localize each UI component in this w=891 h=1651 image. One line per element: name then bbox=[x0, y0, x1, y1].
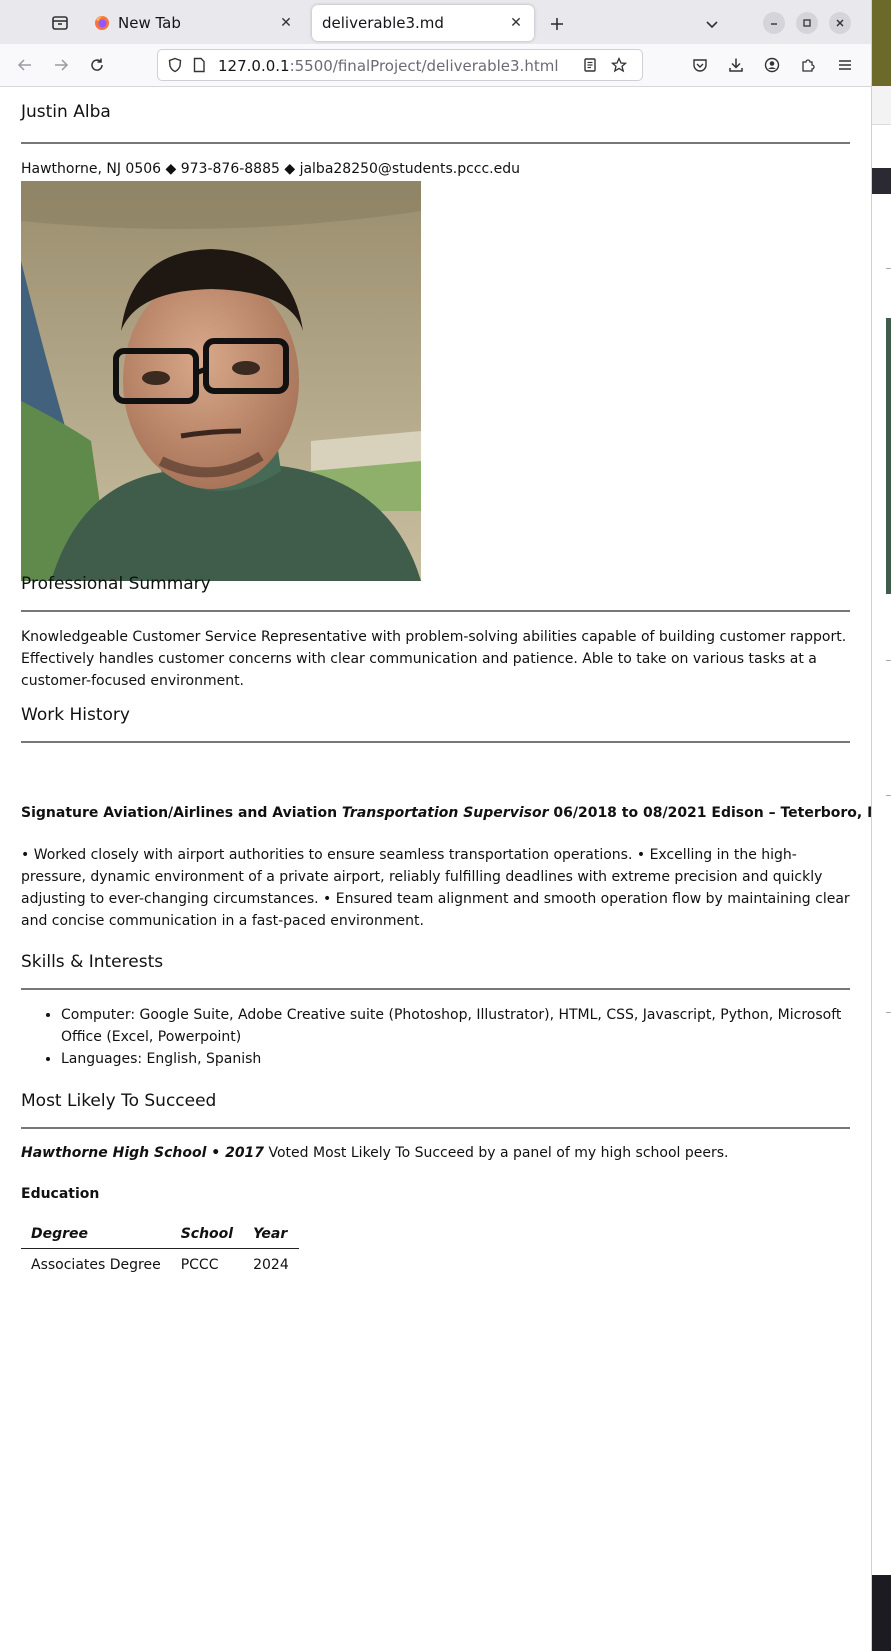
firefox-icon bbox=[95, 16, 109, 30]
url-host: 127.0.0.1 bbox=[218, 57, 290, 75]
plus-icon bbox=[551, 18, 563, 30]
menu-button[interactable] bbox=[833, 53, 857, 77]
divider bbox=[21, 741, 850, 743]
section-title-summary: Professional Summary bbox=[21, 574, 211, 594]
forward-button[interactable] bbox=[49, 53, 73, 77]
firefox-view-icon bbox=[52, 16, 68, 30]
list-item: Computer: Google Suite, Adobe Creative s… bbox=[61, 1004, 850, 1048]
tab-deliverable3[interactable]: deliverable3.md ✕ bbox=[312, 5, 534, 41]
tab-new-tab[interactable]: New Tab ✕ bbox=[84, 5, 304, 41]
divider bbox=[21, 988, 850, 990]
reload-icon bbox=[91, 58, 103, 71]
shield-icon[interactable] bbox=[167, 57, 183, 73]
column-header: School bbox=[170, 1220, 244, 1249]
job-role: Transportation Supervisor bbox=[341, 805, 549, 821]
divider bbox=[21, 1127, 850, 1129]
education-title: Education bbox=[21, 1186, 100, 1202]
back-button[interactable] bbox=[13, 53, 37, 77]
resume-name: Justin Alba bbox=[21, 102, 111, 122]
section-title-work: Work History bbox=[21, 705, 130, 725]
section-title-skills: Skills & Interests bbox=[21, 952, 164, 972]
background-window-image bbox=[886, 318, 891, 594]
hamburger-menu-icon bbox=[839, 60, 851, 70]
pocket-icon bbox=[693, 59, 707, 72]
background-window-divider bbox=[886, 795, 891, 796]
download-icon bbox=[729, 58, 743, 72]
list-item: Languages: English, Spanish bbox=[61, 1048, 850, 1070]
close-icon[interactable]: ✕ bbox=[278, 15, 294, 31]
close-icon[interactable]: ✕ bbox=[508, 15, 524, 31]
table-cell: 2024 bbox=[253, 1257, 289, 1273]
new-tab-button[interactable] bbox=[545, 12, 569, 36]
close-window-icon bbox=[836, 19, 844, 27]
award-source: Hawthorne High School • 2017 bbox=[21, 1145, 265, 1161]
address-bar[interactable]: 127.0.0.1:5500/finalProject/deliverable3… bbox=[157, 49, 643, 81]
contact-line: Hawthorne, NJ 0506 ◆ 973-876-8885 ◆ jalb… bbox=[21, 161, 520, 177]
background-window-divider bbox=[886, 268, 891, 269]
browser-window: New Tab ✕ deliverable3.md ✕ 127.0.0.1:55… bbox=[0, 0, 872, 1651]
minimize-icon bbox=[771, 23, 777, 25]
reload-button[interactable] bbox=[85, 53, 109, 77]
table-row: Associates Degree PCCC 2024 bbox=[21, 1249, 299, 1280]
forward-arrow-icon bbox=[55, 59, 69, 71]
job-company: Signature Aviation/Airlines and Aviation bbox=[21, 805, 338, 821]
navigation-toolbar: 127.0.0.1:5500/finalProject/deliverable3… bbox=[0, 44, 871, 87]
firefox-view-button[interactable] bbox=[44, 10, 76, 36]
table-cell: Associates Degree bbox=[31, 1257, 161, 1273]
reader-view-icon[interactable] bbox=[582, 57, 598, 73]
page-content: Justin Alba Hawthorne, NJ 0506 ◆ 973-876… bbox=[0, 87, 871, 1651]
table-cell: PCCC bbox=[180, 1257, 219, 1273]
background-window-divider bbox=[886, 1012, 891, 1013]
account-button[interactable] bbox=[760, 53, 784, 77]
chevron-down-icon bbox=[706, 21, 718, 29]
tab-strip: New Tab ✕ deliverable3.md ✕ bbox=[0, 0, 871, 44]
summary-text: Knowledgeable Customer Service Represent… bbox=[21, 629, 847, 689]
url-path: :5500/finalProject/deliverable3.html bbox=[289, 57, 559, 75]
tab-title: New Tab bbox=[118, 14, 181, 32]
divider bbox=[21, 142, 850, 144]
minimize-button[interactable] bbox=[763, 12, 785, 34]
downloads-button[interactable] bbox=[724, 53, 748, 77]
section-title-award: Most Likely To Succeed bbox=[21, 1091, 217, 1111]
job-description: • Worked closely with airport authoritie… bbox=[21, 847, 850, 929]
close-window-button[interactable] bbox=[829, 12, 851, 34]
puzzle-icon bbox=[802, 59, 815, 72]
account-icon bbox=[764, 57, 780, 73]
profile-photo bbox=[21, 181, 421, 581]
back-arrow-icon bbox=[17, 59, 31, 71]
column-header: Degree bbox=[21, 1220, 171, 1249]
profile-photo-image bbox=[21, 181, 421, 581]
maximize-icon bbox=[803, 19, 811, 27]
url-text[interactable]: 127.0.0.1:5500/finalProject/deliverable3… bbox=[218, 57, 559, 75]
table-header-row: Degree School Year bbox=[21, 1220, 299, 1249]
column-header: Year bbox=[243, 1220, 299, 1249]
job-dates-location: 06/2018 to 08/2021 Edison – Teterboro, N… bbox=[553, 805, 872, 821]
divider bbox=[21, 610, 850, 612]
tab-title: deliverable3.md bbox=[322, 14, 444, 32]
skills-list: Computer: Google Suite, Adobe Creative s… bbox=[21, 1004, 850, 1070]
extensions-button[interactable] bbox=[796, 53, 820, 77]
background-window-divider bbox=[886, 660, 891, 661]
education-table: Degree School Year Associates Degree PCC… bbox=[21, 1220, 299, 1279]
award-text: Voted Most Likely To Succeed by a panel … bbox=[268, 1145, 729, 1161]
list-all-tabs-button[interactable] bbox=[700, 12, 724, 36]
job-heading: Signature Aviation/Airlines and Aviation… bbox=[21, 805, 872, 821]
page-icon[interactable] bbox=[191, 57, 207, 73]
bookmark-star-icon[interactable] bbox=[611, 57, 627, 73]
maximize-button[interactable] bbox=[796, 12, 818, 34]
award-line: Hawthorne High School • 2017 Voted Most … bbox=[21, 1145, 729, 1161]
pocket-button[interactable] bbox=[688, 53, 712, 77]
